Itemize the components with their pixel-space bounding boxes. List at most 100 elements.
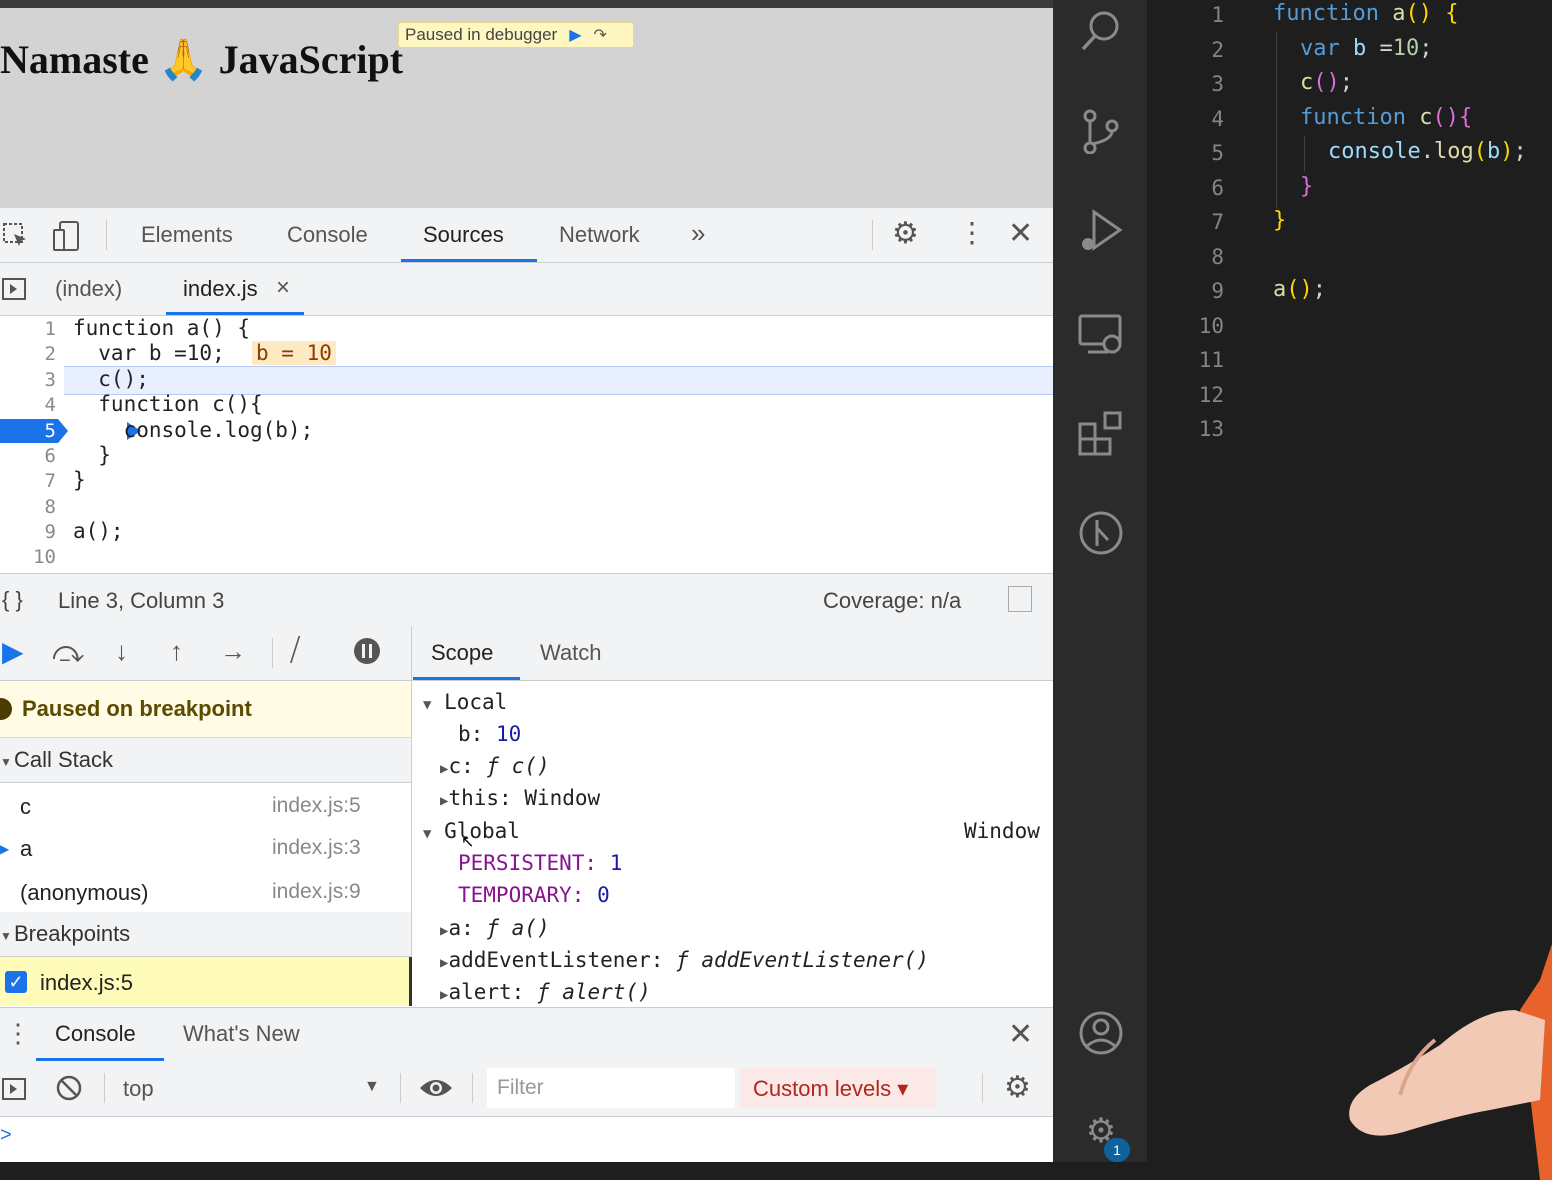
- call-frame-row[interactable]: a index.js:3: [0, 826, 411, 868]
- console-filter-input[interactable]: [487, 1068, 735, 1108]
- indent-guide: [1304, 136, 1305, 172]
- step-over-icon[interactable]: ⤼: [52, 638, 84, 668]
- step-over-icon[interactable]: ↷: [594, 25, 607, 45]
- vscode-activity-bar: [1053, 0, 1147, 1162]
- drawer-tab-console[interactable]: Console: [55, 1021, 136, 1047]
- execution-context-select[interactable]: top: [123, 1076, 154, 1102]
- code-line: }: [73, 468, 86, 492]
- line-number-breakpoint[interactable]: 5: [0, 420, 56, 442]
- line-number[interactable]: 6: [0, 445, 56, 467]
- editor-line-number: 4: [1211, 107, 1224, 131]
- call-frame-location[interactable]: index.js:5: [272, 794, 361, 818]
- file-tab-index-html[interactable]: (index): [55, 276, 122, 302]
- tab-sources[interactable]: Sources: [423, 222, 504, 248]
- search-icon[interactable]: [1078, 8, 1124, 54]
- resume-script-icon[interactable]: ▶︎: [2, 638, 24, 666]
- clear-console-icon[interactable]: [55, 1074, 83, 1106]
- tab-elements[interactable]: Elements: [141, 222, 233, 248]
- coverage-toggle-icon[interactable]: [1008, 586, 1032, 612]
- file-tab-index-js[interactable]: index.js: [183, 276, 258, 302]
- scope-local-section[interactable]: ▼ Local: [423, 690, 507, 714]
- step-out-icon[interactable]: ↑: [170, 638, 183, 664]
- active-file-indicator: [166, 312, 304, 315]
- pause-on-exceptions-icon[interactable]: [352, 636, 382, 670]
- editor-code-line: console.log(b);: [1328, 139, 1527, 164]
- drawer-menu-icon[interactable]: ⋮: [5, 1020, 31, 1046]
- accounts-icon[interactable]: [1078, 1010, 1124, 1056]
- breakpoint-location[interactable]: index.js:5: [40, 970, 133, 996]
- deactivate-breakpoints-icon[interactable]: ⧸: [290, 636, 300, 666]
- line-number[interactable]: 9: [0, 521, 56, 543]
- toolbar-divider: [104, 1073, 105, 1103]
- settings-gear-icon[interactable]: ⚙: [892, 219, 919, 249]
- toolbar-divider: [472, 1073, 473, 1103]
- source-control-icon[interactable]: [1078, 108, 1124, 155]
- tab-watch[interactable]: Watch: [540, 640, 602, 666]
- line-number[interactable]: 8: [0, 496, 56, 518]
- editor-line-number: 10: [1198, 314, 1224, 338]
- line-number[interactable]: 1: [0, 318, 56, 340]
- expand-triangle-icon[interactable]: ▼: [423, 697, 431, 713]
- line-number[interactable]: 10: [0, 546, 56, 568]
- console-settings-gear-icon[interactable]: ⚙: [1004, 1073, 1031, 1103]
- pane-divider[interactable]: [411, 626, 412, 1006]
- editor-line-number: 6: [1211, 176, 1224, 200]
- live-expression-eye-icon[interactable]: [419, 1076, 453, 1104]
- inspect-element-icon[interactable]: [2, 222, 30, 254]
- extensions-icon[interactable]: [1078, 410, 1124, 456]
- toolbar-divider: [272, 638, 273, 668]
- code-line: function c(){: [73, 392, 263, 416]
- scope-variable-this[interactable]: ▶this: Window: [440, 786, 600, 810]
- editor-line-number: 1: [1211, 3, 1224, 27]
- remote-explorer-icon[interactable]: [1078, 312, 1124, 358]
- tab-network[interactable]: Network: [559, 222, 640, 248]
- more-tabs-button[interactable]: »: [691, 218, 705, 249]
- close-drawer-icon[interactable]: ✕: [1008, 1020, 1033, 1050]
- close-file-tab-button[interactable]: ×: [276, 274, 290, 302]
- toggle-console-sidebar-icon[interactable]: [2, 1077, 26, 1105]
- collapse-triangle-icon[interactable]: ▼: [0, 929, 12, 943]
- editor-line-number: 3: [1211, 72, 1224, 96]
- pretty-print-button[interactable]: { }: [2, 587, 23, 613]
- scope-variable-b: b: 10: [458, 722, 522, 746]
- call-frame-location[interactable]: index.js:9: [272, 880, 361, 904]
- collapse-triangle-icon[interactable]: ▼: [0, 755, 12, 769]
- more-options-icon[interactable]: ⋮: [958, 219, 986, 247]
- call-frame-location[interactable]: index.js:3: [272, 836, 361, 860]
- line-number[interactable]: 4: [0, 394, 56, 416]
- drawer-tab-whats-new[interactable]: What's New: [183, 1021, 300, 1047]
- console-drawer-tab-bar: [0, 1007, 1053, 1063]
- git-graph-icon[interactable]: [1078, 510, 1124, 556]
- code-line: function a() {: [73, 316, 251, 340]
- step-into-icon[interactable]: ↓: [115, 638, 128, 664]
- code-line: }: [73, 443, 111, 467]
- run-and-debug-icon[interactable]: [1078, 208, 1124, 254]
- context-dropdown-icon[interactable]: ▼: [364, 1078, 380, 1096]
- scope-variable-a[interactable]: ▶a: ƒ a(): [440, 916, 550, 940]
- line-number[interactable]: 2: [0, 343, 56, 365]
- line-number[interactable]: 7: [0, 470, 56, 492]
- notification-badge: 1: [1104, 1138, 1130, 1162]
- editor-code-line: function a() {: [1273, 1, 1459, 26]
- tab-console[interactable]: Console: [287, 222, 368, 248]
- scope-variable-addeventlistener[interactable]: ▶addEventListener: ƒ addEventListener(): [440, 948, 929, 972]
- close-devtools-icon[interactable]: ✕: [1008, 219, 1033, 249]
- editor-line-number: 13: [1198, 417, 1224, 441]
- call-frame-row[interactable]: c index.js:5: [0, 784, 411, 826]
- breakpoint-checkbox[interactable]: ✓: [5, 971, 27, 993]
- console-prompt[interactable]: >: [0, 1124, 12, 1147]
- call-stack-label: Call Stack: [14, 747, 114, 772]
- toggle-navigator-icon[interactable]: [2, 277, 26, 305]
- expand-triangle-icon[interactable]: ▼: [423, 826, 431, 842]
- device-toolbar-icon[interactable]: [52, 220, 82, 256]
- scope-variable-alert[interactable]: ▶alert: ƒ alert(): [440, 980, 651, 1004]
- resume-icon[interactable]: ▶︎: [569, 25, 581, 45]
- current-execution-line: [64, 366, 1053, 395]
- call-frame-row[interactable]: (anonymous) index.js:9: [0, 870, 411, 912]
- scope-variable-c[interactable]: ▶c: ƒ c(): [440, 754, 550, 778]
- editor-line-number: 12: [1198, 383, 1224, 407]
- line-number[interactable]: 3: [0, 369, 56, 391]
- step-icon[interactable]: →: [220, 638, 246, 664]
- tab-scope[interactable]: Scope: [431, 640, 493, 666]
- log-levels-dropdown[interactable]: Custom levels ▾: [753, 1076, 908, 1102]
